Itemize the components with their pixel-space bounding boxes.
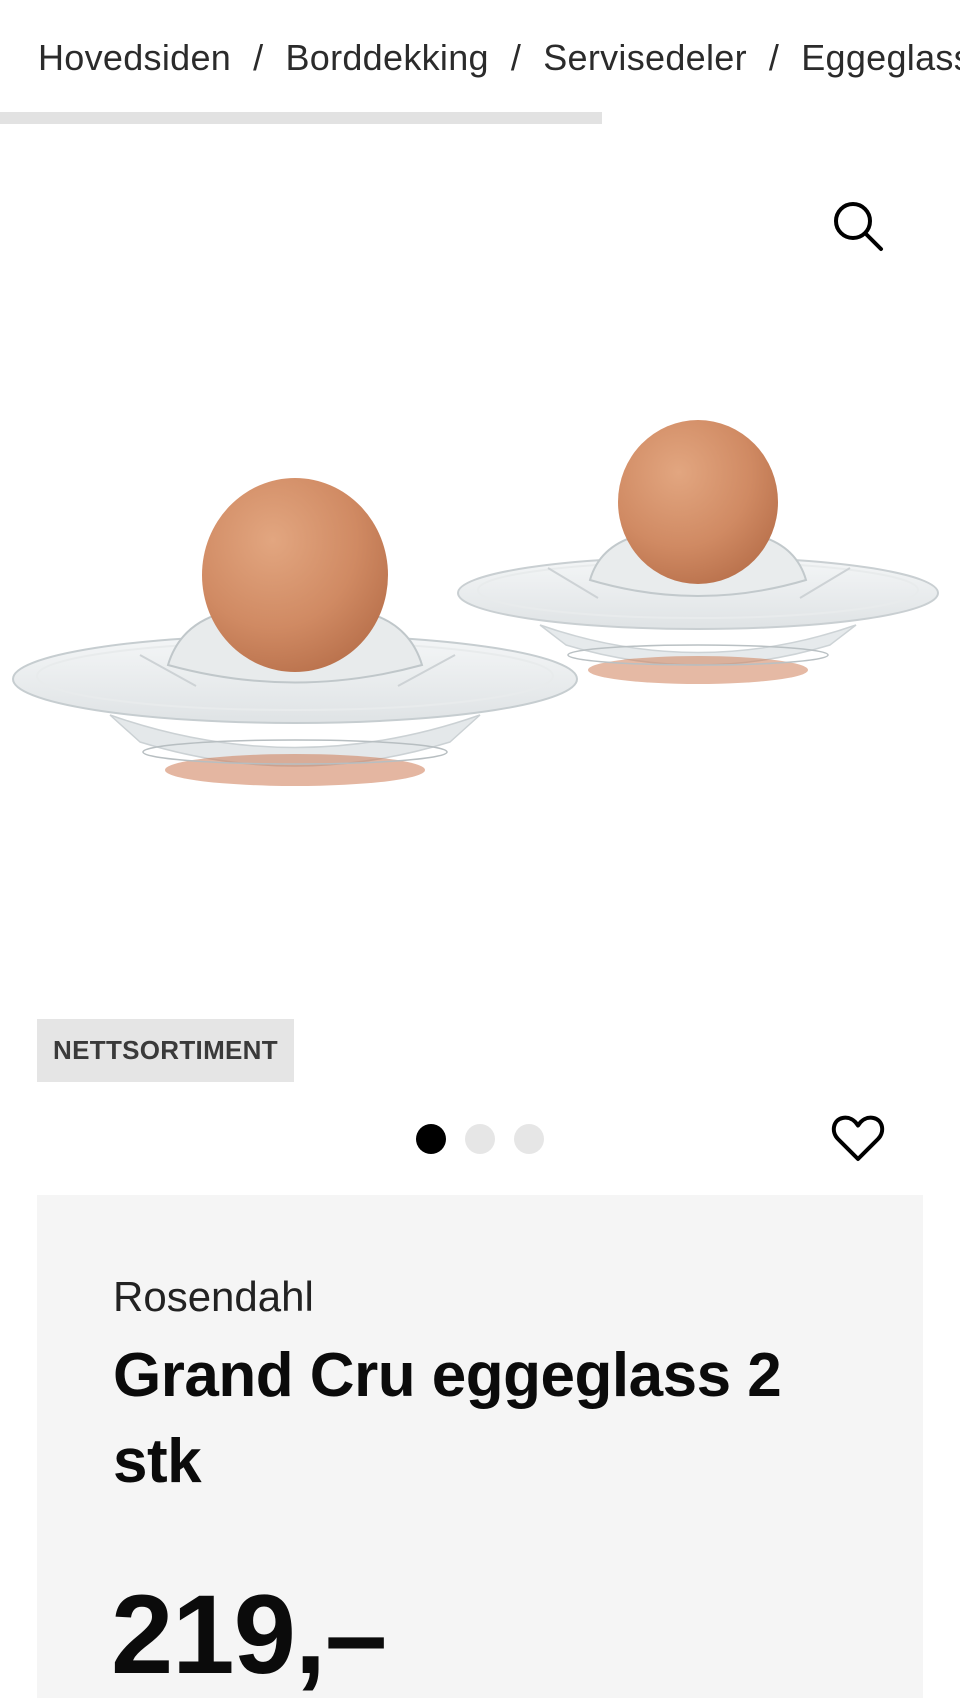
breadcrumb-separator: / — [510, 37, 522, 78]
heart-icon — [831, 1115, 885, 1161]
product-title: Grand Cru eggeglass 2 stk — [113, 1341, 782, 1496]
product-image[interactable] — [0, 380, 960, 860]
breadcrumb-separator: / — [253, 37, 264, 78]
search-icon — [834, 202, 883, 251]
egg-cup-right — [457, 420, 939, 684]
web-only-badge: NETTSORTIMENT — [37, 1019, 294, 1082]
breadcrumb-separator: / — [768, 37, 780, 78]
egg-cup-left — [12, 478, 578, 786]
breadcrumb: Hovedsiden / Borddekking / Servisedeler / Egge… — [38, 30, 960, 86]
scrollbar-thumb[interactable] — [0, 112, 602, 124]
gallery-dot-2[interactable] — [465, 1124, 495, 1154]
gallery-pagination — [416, 1124, 544, 1154]
gallery-dot-3[interactable] — [514, 1124, 544, 1154]
zoom-button[interactable] — [826, 194, 890, 258]
breadcrumb-item-home[interactable]: Hovedsiden — [38, 37, 231, 78]
product-info-panel: Rosendahl Grand Cru eggeglass 2 stk 219,… — [37, 1195, 923, 1698]
gallery-dot-1[interactable] — [416, 1124, 446, 1154]
breadcrumb-item-servisedeler[interactable]: Servisedeler — [543, 37, 747, 78]
favorite-button[interactable] — [826, 1106, 890, 1170]
breadcrumb-scrollbar[interactable] — [0, 112, 960, 124]
breadcrumb-item-eggeglass[interactable]: Eggeglass — [801, 37, 960, 78]
product-price: 219,– — [111, 1572, 387, 1697]
breadcrumb-item-borddekking[interactable]: Borddekking — [285, 37, 488, 78]
product-brand[interactable]: Rosendahl — [113, 1271, 314, 1323]
